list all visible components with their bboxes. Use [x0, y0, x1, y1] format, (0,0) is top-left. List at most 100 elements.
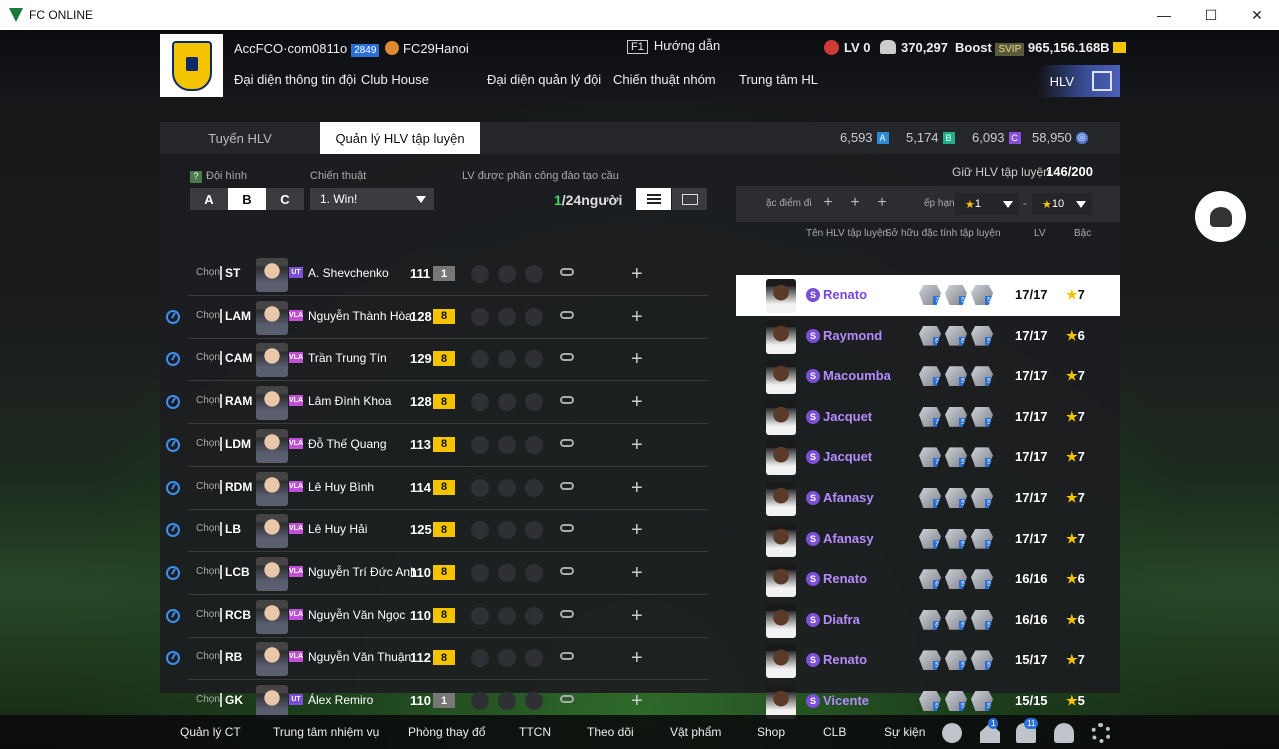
nav-club-house[interactable]: Club House	[361, 72, 429, 87]
grid-view-button[interactable]	[672, 188, 707, 210]
coach-slot-2[interactable]	[498, 478, 516, 497]
close-button[interactable]: ✕	[1234, 0, 1279, 30]
coach-slot-1[interactable]	[471, 649, 489, 668]
link-icon[interactable]	[560, 396, 574, 405]
coach-slot-3[interactable]	[525, 350, 543, 369]
coach-row[interactable]: S Renato 7 5 5 17/17 ★7	[736, 275, 1120, 316]
coach-slot-3[interactable]	[525, 521, 543, 540]
tab-recruit-coach[interactable]: Tuyển HLV	[160, 122, 320, 154]
coach-slot-3[interactable]	[525, 563, 543, 582]
add-coach-button[interactable]: +	[631, 648, 643, 668]
coach-slot-2[interactable]	[498, 435, 516, 454]
bnav-locker-room[interactable]: Phòng thay đổ	[408, 725, 485, 739]
coach-slot-1[interactable]	[471, 606, 489, 625]
coach-row[interactable]: S Diafra 6 5 5 16/16 ★6	[736, 600, 1120, 641]
coach-slot-2[interactable]	[498, 393, 516, 412]
player-row[interactable]: Chọn LCB VLA Nguyễn Trí Đức Anh 110 8 +	[160, 553, 708, 595]
add-coach-button[interactable]: +	[631, 349, 643, 369]
nav-tactics[interactable]: Chiến thuật nhóm	[613, 72, 716, 87]
coach-row[interactable]: S Macoumba 7 5 5 17/17 ★7	[736, 356, 1120, 397]
coach-slot-1[interactable]	[471, 692, 489, 710]
link-icon[interactable]	[560, 566, 574, 575]
add-coach-button[interactable]: +	[631, 606, 643, 626]
add-coach-button[interactable]: +	[631, 307, 643, 327]
coach-row[interactable]: S Raymond 6 6 5 17/17 ★6	[736, 316, 1120, 357]
player-row[interactable]: Chọn RAM VLA Lâm Đình Khoa 128 8 +	[160, 382, 708, 425]
col-trait[interactable]: Sở hữu đặc tính tập luyện	[885, 228, 1001, 239]
profile-icon[interactable]	[1054, 723, 1074, 743]
formation-a-button[interactable]: A	[190, 188, 228, 210]
link-icon[interactable]	[560, 481, 574, 490]
coach-row[interactable]: S Renato 5 5 5 15/17 ★7	[736, 640, 1120, 681]
nav-training-center[interactable]: Trung tâm HL	[739, 72, 818, 87]
link-icon[interactable]	[560, 524, 574, 533]
coach-slot-1[interactable]	[471, 265, 489, 283]
player-row[interactable]: Chọn ST UT A. Shevchenko 111 1 +	[160, 254, 708, 296]
coach-slot-3[interactable]	[525, 393, 543, 412]
choose-button[interactable]: Chọn	[196, 267, 220, 278]
nav-team-manager[interactable]: Đại diện quản lý đội	[487, 72, 601, 87]
coach-slot-1[interactable]	[471, 435, 489, 454]
nav-team-info[interactable]: Đại diện thông tin đội	[234, 72, 356, 87]
coach-slot-1[interactable]	[471, 307, 489, 326]
rank-from-select[interactable]: ★ 1	[955, 193, 1019, 215]
chat-icon[interactable]	[942, 723, 962, 743]
formation-c-button[interactable]: C	[266, 188, 304, 210]
col-lv[interactable]: LV	[1034, 228, 1046, 239]
choose-button[interactable]: Chọn	[196, 481, 220, 492]
coach-slot-2[interactable]	[498, 649, 516, 668]
list-view-button[interactable]	[636, 188, 671, 210]
coach-slot-1[interactable]	[471, 350, 489, 369]
link-icon[interactable]	[560, 310, 574, 319]
coach-slot-2[interactable]	[498, 521, 516, 540]
help-icon[interactable]: ?	[190, 171, 202, 183]
player-row[interactable]: Chọn RDM VLA Lê Huy Bình 114 8 +	[160, 468, 708, 510]
col-coach-name[interactable]: Tên HLV tập luyện	[806, 228, 888, 239]
club-crest[interactable]	[160, 34, 223, 97]
choose-button[interactable]: Chọn	[196, 523, 220, 534]
tab-manage-coach[interactable]: Quản lý HLV tập luyện	[320, 122, 480, 154]
coach-row[interactable]: S Jacquet 7 5 5 17/17 ★7	[736, 397, 1120, 438]
coach-slot-3[interactable]	[525, 307, 543, 326]
coach-slot-2[interactable]	[498, 606, 516, 625]
rank-to-select[interactable]: ★ 10	[1032, 193, 1092, 215]
tactic-select[interactable]: 1. Win!	[310, 188, 434, 210]
choose-button[interactable]: Chọn	[196, 651, 220, 662]
coach-slot-1[interactable]	[471, 393, 489, 412]
coach-slot-3[interactable]	[525, 606, 543, 625]
choose-button[interactable]: Chọn	[196, 352, 220, 363]
coach-slot-1[interactable]	[471, 563, 489, 582]
coach-row[interactable]: S Jacquet 7 5 5 17/17 ★7	[736, 437, 1120, 478]
bnav-items[interactable]: Vật phẩm	[670, 725, 721, 739]
player-row[interactable]: Chọn RB VLA Nguyễn Văn Thuận 112 8 +	[160, 638, 708, 681]
add-coach-button[interactable]: +	[631, 478, 643, 498]
bnav-mission-center[interactable]: Trung tâm nhiệm vụ	[273, 725, 379, 739]
trait-add-button-3[interactable]: +	[872, 193, 892, 213]
player-row[interactable]: Chọn LAM VLA Nguyễn Thành Hòa 128 8 +	[160, 297, 708, 339]
coach-row[interactable]: S Afanasy 7 5 5 17/17 ★7	[736, 478, 1120, 519]
bnav-shop[interactable]: Shop	[757, 725, 785, 739]
add-coach-button[interactable]: +	[631, 392, 643, 412]
coach-profile-button[interactable]	[1195, 191, 1246, 242]
trait-add-button-2[interactable]: +	[845, 193, 865, 213]
choose-button[interactable]: Chọn	[196, 438, 220, 449]
hlv-exit-button[interactable]: HLV	[1038, 65, 1120, 97]
add-coach-button[interactable]: +	[631, 264, 643, 284]
add-coach-button[interactable]: +	[631, 435, 643, 455]
choose-button[interactable]: Chọn	[196, 310, 220, 321]
link-icon[interactable]	[560, 438, 574, 447]
coach-slot-3[interactable]	[525, 478, 543, 497]
trait-add-button-1[interactable]: +	[818, 193, 838, 213]
coach-slot-2[interactable]	[498, 350, 516, 369]
add-coach-button[interactable]: +	[631, 691, 643, 711]
coach-slot-2[interactable]	[498, 265, 516, 283]
coach-slot-2[interactable]	[498, 692, 516, 710]
coach-slot-1[interactable]	[471, 478, 489, 497]
guide-link[interactable]: F1 Hướng dẫn	[627, 38, 720, 54]
add-coach-button[interactable]: +	[631, 520, 643, 540]
choose-button[interactable]: Chọn	[196, 609, 220, 620]
player-row[interactable]: Chọn RCB VLA Nguyễn Văn Ngọc 110 8 +	[160, 596, 708, 638]
coach-slot-3[interactable]	[525, 265, 543, 283]
bnav-ttcn[interactable]: TTCN	[519, 725, 551, 739]
link-icon[interactable]	[560, 652, 574, 661]
